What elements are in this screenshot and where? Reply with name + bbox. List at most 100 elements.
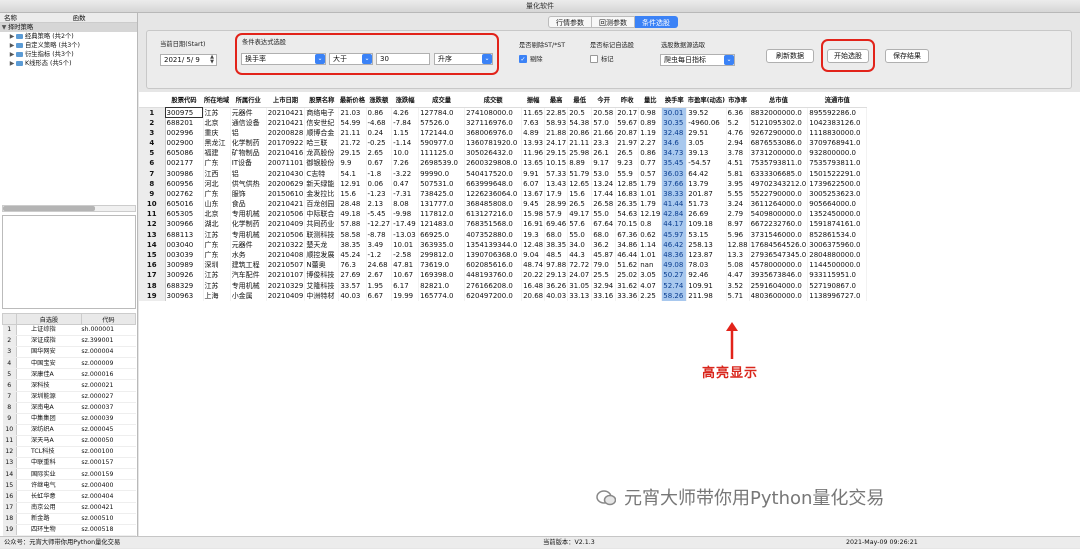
- stock-name[interactable]: 国华网安: [16, 346, 82, 359]
- stock-code[interactable]: sz.000400: [81, 479, 136, 492]
- stock-name[interactable]: TCL科技: [16, 446, 82, 459]
- table-cell[interactable]: 6876553086.0: [749, 137, 809, 149]
- table-row[interactable]: 9 002762 广东 服饰 20150610 金发拉比 15.6 -1.23 -7.31 738…: [139, 188, 868, 199]
- table-cell[interactable]: 51.62: [615, 260, 640, 271]
- table-cell[interactable]: 5.81: [726, 168, 750, 179]
- table-cell[interactable]: 4.76: [726, 127, 750, 138]
- table-cell[interactable]: 28.48: [338, 199, 367, 210]
- table-cell[interactable]: 32.48: [661, 127, 688, 138]
- table-cell[interactable]: 河北: [203, 178, 231, 189]
- table-cell[interactable]: 水务: [230, 249, 267, 261]
- table-cell[interactable]: 274108000.0: [464, 107, 523, 118]
- table-cell[interactable]: 3.95: [726, 178, 750, 189]
- table-cell[interactable]: 12.19: [638, 209, 663, 220]
- table-cell[interactable]: 58.26: [661, 290, 688, 301]
- table-cell[interactable]: 32.94: [591, 280, 617, 291]
- table-cell[interactable]: 专用机械: [230, 229, 267, 240]
- table-cell[interactable]: 化学制药: [230, 137, 267, 149]
- table-cell[interactable]: 201.87: [686, 188, 727, 199]
- table-cell[interactable]: 20210421: [266, 117, 306, 128]
- table-row[interactable]: 2 688201 北京 通信设备 20210421 信安世纪 54.99 -4.68 -7.84…: [139, 117, 868, 128]
- table-cell[interactable]: 57526.0: [418, 117, 466, 128]
- table-cell[interactable]: 3006375960.0: [807, 239, 868, 250]
- table-cell[interactable]: 852861534.0: [807, 229, 868, 240]
- table-cell[interactable]: 31.05: [567, 280, 593, 291]
- stock-code[interactable]: sz.000027: [81, 391, 136, 403]
- table-row[interactable]: 4 002900 黑龙江 化学制药 20170922 哈三联 21.72 -0.25 -1.14…: [139, 137, 868, 149]
- table-cell[interactable]: -0.25: [366, 137, 393, 149]
- table-cell[interactable]: 99990.0: [418, 168, 466, 179]
- table-cell[interactable]: 联测科技: [304, 229, 340, 240]
- list-item[interactable]: 15 许继电气 sz.000400: [2, 479, 136, 492]
- table-cell[interactable]: 1.15: [391, 127, 420, 138]
- table-cell[interactable]: 20.87: [615, 127, 640, 138]
- table-cell[interactable]: -1.2: [366, 249, 393, 261]
- tab-market-params[interactable]: 行情参数: [548, 16, 592, 28]
- table-cell[interactable]: 9.23: [615, 158, 640, 169]
- list-item[interactable]: 18 新金路 sz.000510: [2, 513, 136, 525]
- table-cell[interactable]: 688201: [165, 117, 204, 128]
- table-cell[interactable]: 黑龙江: [203, 137, 231, 149]
- table-cell[interactable]: 26.1: [591, 148, 617, 159]
- table-cell[interactable]: -9.98: [391, 209, 420, 220]
- table-cell[interactable]: 5121095302.0: [749, 117, 809, 128]
- stock-name[interactable]: 上证综指: [16, 324, 82, 337]
- table-cell[interactable]: 29.13: [544, 270, 569, 281]
- tab-backtest-params[interactable]: 回测参数: [592, 16, 635, 28]
- list-item[interactable]: 12 TCL科技 sz.000100: [2, 446, 136, 459]
- table-cell[interactable]: 24.07: [567, 270, 593, 281]
- table-cell[interactable]: 10.0: [391, 148, 420, 159]
- table-cell[interactable]: 20200629: [266, 178, 306, 189]
- table-cell[interactable]: 26.35: [615, 199, 640, 210]
- table-cell[interactable]: 21.72: [338, 137, 367, 149]
- table-cell[interactable]: 16.91: [521, 219, 546, 230]
- table-cell[interactable]: 35.45: [661, 158, 688, 169]
- table-cell[interactable]: 57.0: [591, 117, 617, 128]
- table-cell[interactable]: 元器件: [230, 107, 267, 118]
- table-cell[interactable]: 36.03: [661, 168, 688, 179]
- table-cell[interactable]: 艾隆科技: [304, 280, 340, 291]
- table-cell[interactable]: 2.65: [366, 148, 393, 159]
- table-cell[interactable]: C志特: [304, 168, 340, 179]
- stock-code[interactable]: sz.000518: [81, 524, 136, 536]
- stock-code[interactable]: sz.399001: [81, 335, 136, 348]
- table-cell[interactable]: 10.01: [391, 239, 420, 250]
- list-item[interactable]: 19 四环生物 sz.000518: [2, 524, 136, 536]
- table-cell[interactable]: 4578000000.0: [749, 260, 809, 271]
- table-cell[interactable]: 121483.0: [418, 219, 466, 230]
- table-cell[interactable]: 0.86: [638, 148, 663, 159]
- watchlist-header-code[interactable]: 代码: [80, 313, 137, 325]
- table-cell[interactable]: 40.03: [338, 290, 367, 301]
- table-cell[interactable]: 1360781920.0: [464, 137, 523, 149]
- list-item[interactable]: 3 国华网安 sz.000004: [2, 346, 136, 359]
- table-cell[interactable]: 13.3: [726, 249, 750, 261]
- column-header[interactable]: 流通市值: [807, 92, 867, 108]
- table-cell[interactable]: 34.6: [661, 137, 688, 149]
- table-row[interactable]: 15 003039 广东 水务 20210408 顺控发展 45.24 -1.2 -2.58 29…: [139, 249, 868, 261]
- table-cell[interactable]: 46.44: [615, 249, 640, 261]
- table-cell[interactable]: 中际联合: [304, 209, 340, 220]
- table-cell[interactable]: 江苏: [203, 107, 231, 118]
- table-cell[interactable]: 36.26: [544, 280, 569, 291]
- table-cell[interactable]: 博俊科技: [304, 270, 340, 281]
- table-cell[interactable]: 21.03: [338, 107, 367, 118]
- table-cell[interactable]: 御银股份: [304, 158, 340, 169]
- table-cell[interactable]: 69.46: [544, 219, 569, 230]
- table-row[interactable]: 5 605086 福建 矿物制品 20210416 龙高股份 29.15 2.65 10.0 11…: [139, 148, 868, 159]
- table-cell[interactable]: 20210507: [266, 260, 306, 271]
- table-cell[interactable]: 3005253623.0: [807, 188, 868, 199]
- table-cell[interactable]: 矿物制品: [230, 148, 267, 159]
- table-cell[interactable]: 汽车配件: [230, 270, 267, 281]
- tree-item-kline[interactable]: ▶ K线形态 (共5个): [0, 59, 137, 68]
- table-row[interactable]: 19 300963 上海 小金属 20210409 中洲特材 40.03 6.67 19.99 1…: [139, 290, 868, 301]
- table-cell[interactable]: 广东: [203, 158, 231, 169]
- table-cell[interactable]: 0.67: [366, 158, 393, 169]
- table-cell[interactable]: 7.26: [391, 158, 420, 169]
- table-cell[interactable]: 新天绿能: [304, 178, 340, 189]
- stock-name[interactable]: 南京公用: [16, 502, 82, 514]
- list-item[interactable]: 6 深科技 sz.000021: [2, 379, 136, 392]
- list-item[interactable]: 7 深圳能源 sz.000027: [2, 391, 136, 403]
- table-cell[interactable]: 6.07: [521, 178, 546, 189]
- table-cell[interactable]: 21.88: [544, 127, 569, 138]
- table-cell[interactable]: 300963: [165, 290, 204, 301]
